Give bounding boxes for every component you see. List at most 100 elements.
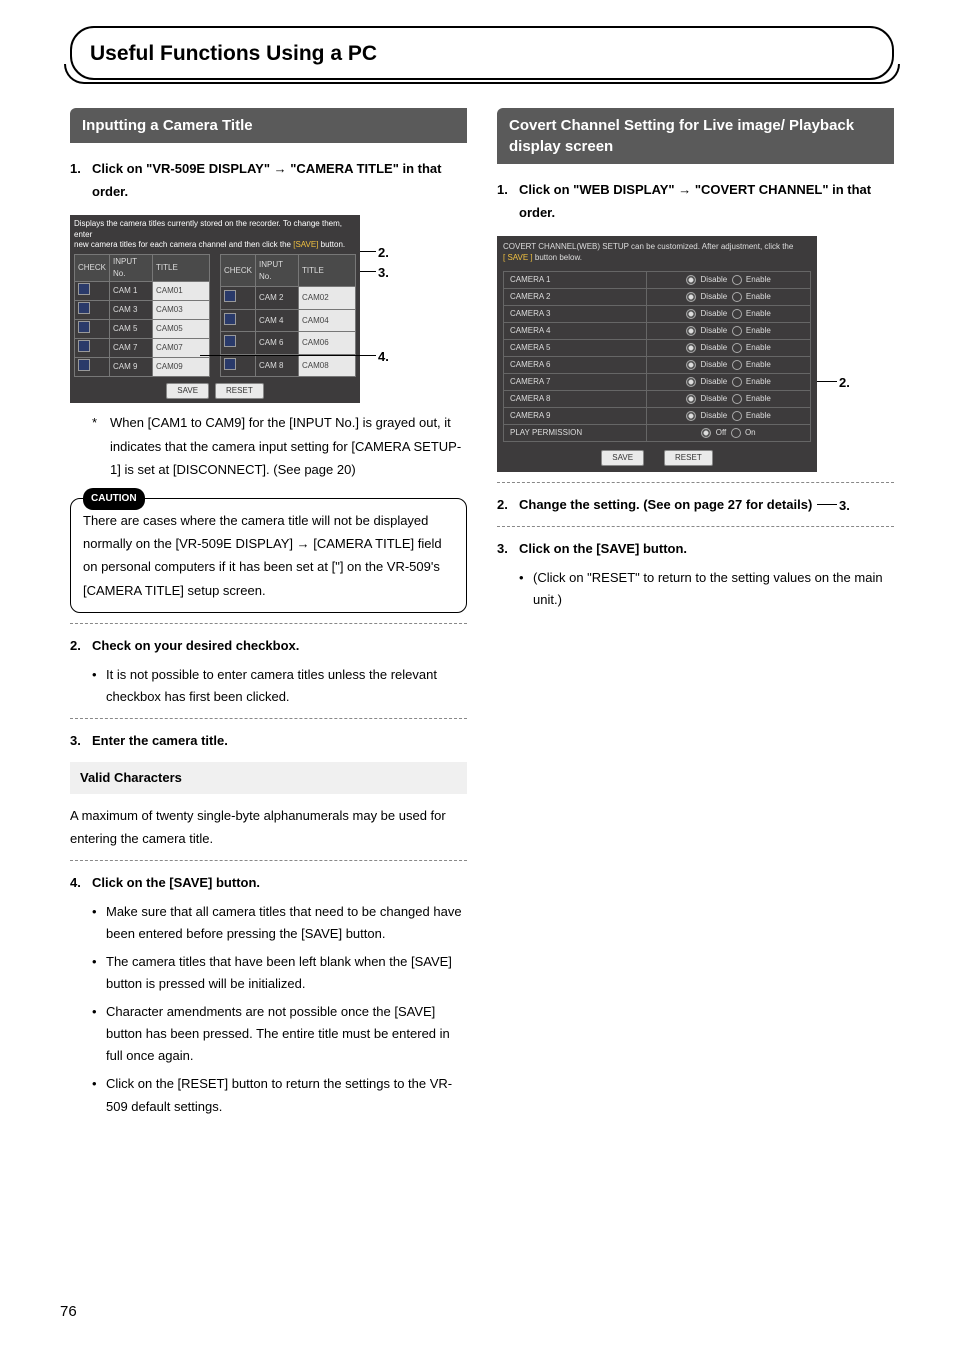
cam-cell: CAM 6	[256, 332, 299, 355]
title-cell[interactable]: CAM04	[299, 309, 356, 332]
camera-cell: CAMERA 5	[504, 340, 647, 357]
radio-icon[interactable]	[732, 292, 742, 302]
table-row: CAM 8CAM08	[221, 354, 356, 377]
radio-icon[interactable]	[686, 360, 696, 370]
table-row: CAM 4CAM04	[221, 309, 356, 332]
radio-icon[interactable]	[686, 292, 696, 302]
step-1-number: 1.	[497, 178, 519, 225]
step-2-head: 2. Check on your desired checkbox.	[70, 634, 467, 657]
enable-label: Enable	[746, 394, 771, 403]
reset-button[interactable]: RESET	[215, 383, 264, 399]
cam-cell: CAM 5	[110, 320, 153, 339]
step-1-head-right: 1. Click on "WEB DISPLAY" → "COVERT CHAN…	[497, 178, 894, 225]
radio-icon[interactable]	[732, 360, 742, 370]
radio-icon[interactable]	[732, 377, 742, 387]
arrow-icon: →	[678, 182, 691, 197]
step-2-text: Change the setting. (See on page 27 for …	[519, 493, 812, 516]
th-input: INPUT No.	[110, 255, 153, 282]
radio-icon[interactable]	[686, 343, 696, 353]
shot1-head-l1: Displays the camera titles currently sto…	[74, 219, 342, 238]
th-title: TITLE	[153, 255, 210, 282]
radio-icon[interactable]	[686, 411, 696, 421]
divider	[70, 860, 467, 861]
title-cell[interactable]: CAM06	[299, 332, 356, 355]
radio-icon[interactable]	[732, 309, 742, 319]
th-input: INPUT No.	[256, 255, 299, 287]
radio-icon[interactable]	[686, 275, 696, 285]
on-label: On	[745, 428, 756, 437]
radio-icon[interactable]	[686, 394, 696, 404]
camera-title-screenshot: Displays the camera titles currently sto…	[70, 215, 467, 403]
camera-cell: CAMERA 6	[504, 357, 647, 374]
step-3-text: Enter the camera title.	[92, 729, 228, 752]
radio-icon[interactable]	[732, 394, 742, 404]
checkbox-icon[interactable]	[224, 313, 236, 325]
step-4-head: 4. Click on the [SAVE] button.	[70, 871, 467, 894]
table-row: CAMERA 7 Disable Enable	[504, 374, 811, 391]
cam-cell: CAM 8	[256, 354, 299, 377]
divider	[70, 718, 467, 719]
cam-cell: CAM 4	[256, 309, 299, 332]
checkbox-icon[interactable]	[78, 283, 90, 295]
save-button[interactable]: SAVE	[601, 450, 644, 466]
radio-icon[interactable]	[732, 343, 742, 353]
radio-icon[interactable]	[732, 411, 742, 421]
enable-label: Enable	[746, 343, 771, 352]
shot2-head-l1: COVERT CHANNEL(WEB) SETUP can be customi…	[503, 242, 793, 251]
shot1-head-l2a: new camera titles for each camera channe…	[74, 240, 293, 249]
disable-label: Disable	[701, 377, 728, 386]
step-3-text: Click on the [SAVE] button.	[519, 537, 687, 560]
table-row: CAM 9CAM09	[75, 358, 210, 377]
checkbox-icon[interactable]	[78, 359, 90, 371]
bullet-icon: •	[92, 1001, 106, 1067]
enable-label: Enable	[746, 326, 771, 335]
save-button[interactable]: SAVE	[166, 383, 209, 399]
checkbox-icon[interactable]	[78, 321, 90, 333]
disable-label: Disable	[701, 394, 728, 403]
th-check: CHECK	[221, 255, 256, 287]
table-row: CAMERA 4 Disable Enable	[504, 323, 811, 340]
caution-box: CAUTION There are cases where the camera…	[70, 498, 467, 614]
step-3-bullet: (Click on "RESET" to return to the setti…	[533, 567, 894, 611]
divider	[497, 526, 894, 527]
radio-icon[interactable]	[731, 428, 741, 438]
title-cell[interactable]: CAM01	[153, 282, 210, 301]
covert-channel-screenshot: COVERT CHANNEL(WEB) SETUP can be customi…	[497, 236, 894, 472]
checkbox-icon[interactable]	[224, 358, 236, 370]
reset-button[interactable]: RESET	[664, 450, 713, 466]
cam-cell: CAM 7	[110, 339, 153, 358]
checkbox-icon[interactable]	[78, 302, 90, 314]
title-cell[interactable]: CAM05	[153, 320, 210, 339]
radio-icon[interactable]	[686, 377, 696, 387]
step-2-bullet: It is not possible to enter camera title…	[106, 664, 467, 708]
checkbox-icon[interactable]	[224, 290, 236, 302]
th-check: CHECK	[75, 255, 110, 282]
covert-channel-table: CAMERA 1 Disable Enable CAMERA 2 Disable…	[503, 271, 811, 442]
bullet-icon: •	[92, 901, 106, 945]
checkbox-icon[interactable]	[78, 340, 90, 352]
radio-icon[interactable]	[732, 275, 742, 285]
radio-icon[interactable]	[686, 309, 696, 319]
step-4-bullet: Character amendments are not possible on…	[106, 1001, 467, 1067]
title-cell[interactable]: CAM09	[153, 358, 210, 377]
bullet-icon: •	[92, 664, 106, 708]
caution-text: There are cases where the camera title w…	[83, 513, 442, 598]
step-4-number: 4.	[70, 871, 92, 894]
disable-label: Disable	[701, 360, 728, 369]
callout-3-label: 3.	[839, 496, 850, 516]
title-cell[interactable]: CAM02	[299, 287, 356, 310]
callout-2-label: 2.	[839, 373, 850, 393]
step-4-bullet: Make sure that all camera titles that ne…	[106, 901, 467, 945]
radio-icon[interactable]	[701, 428, 711, 438]
checkbox-icon[interactable]	[224, 335, 236, 347]
radio-icon[interactable]	[732, 326, 742, 336]
title-cell[interactable]: CAM08	[299, 354, 356, 377]
off-label: Off	[716, 428, 727, 437]
radio-icon[interactable]	[686, 326, 696, 336]
step-3-number: 3.	[497, 537, 519, 560]
title-cell[interactable]: CAM03	[153, 301, 210, 320]
callout-line	[817, 504, 837, 505]
camera-cell: CAMERA 4	[504, 323, 647, 340]
step-4-text: Click on the [SAVE] button.	[92, 871, 260, 894]
shot2-head-l2b: button below.	[535, 253, 582, 262]
